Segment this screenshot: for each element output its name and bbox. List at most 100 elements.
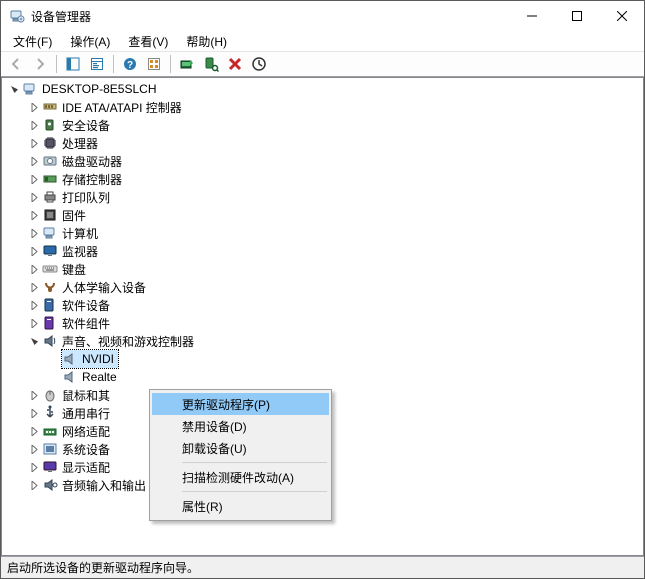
scan-button[interactable] [200,53,222,75]
ide-icon [42,99,58,115]
twisty-collapsed[interactable] [26,224,42,242]
system-icon [42,441,58,457]
window-controls [509,1,644,31]
security-icon [42,117,58,133]
tree-row[interactable]: 打印队列 [2,188,643,206]
toolbar: ? [1,51,644,77]
twisty-expanded[interactable] [6,80,22,98]
twisty-expanded[interactable] [26,332,42,350]
twisty-collapsed[interactable] [26,404,42,422]
display-icon [42,459,58,475]
back-button[interactable] [5,53,27,75]
tree-row[interactable]: 软件组件 [2,314,643,332]
twisty-collapsed[interactable] [26,116,42,134]
twisty-collapsed[interactable] [26,386,42,404]
context-menu: 更新驱动程序(P)禁用设备(D)卸载设备(U) 扫描检测硬件改动(A) 属性(R) [149,389,332,521]
tree-row[interactable]: DESKTOP-8E5SLCH [2,80,643,98]
twisty-collapsed[interactable] [26,458,42,476]
tree-row-label: 处理器 [62,135,98,152]
speaker-icon [62,351,78,367]
tree-row[interactable]: 安全设备 [2,116,643,134]
minimize-button[interactable] [509,1,554,30]
view-button[interactable] [143,53,165,75]
twisty-collapsed[interactable] [26,260,42,278]
context-menu-separator [182,462,327,463]
context-menu-item[interactable]: 更新驱动程序(P) [152,393,329,415]
statusbar: 启动所选设备的更新驱动程序向导。 [1,556,644,578]
disable-button[interactable] [248,53,270,75]
tree-row[interactable]: 存储控制器 [2,170,643,188]
svg-text:?: ? [127,60,133,71]
twisty-collapsed[interactable] [26,98,42,116]
context-menu-item[interactable]: 禁用设备(D) [152,415,329,437]
twisty-collapsed[interactable] [26,296,42,314]
tree-row[interactable]: 软件设备 [2,296,643,314]
computer-icon [22,81,38,97]
tree-row-label: IDE ATA/ATAPI 控制器 [62,99,182,116]
tree-row[interactable]: IDE ATA/ATAPI 控制器 [2,98,643,116]
keyboard-icon [42,261,58,277]
uninstall-button[interactable] [224,53,246,75]
tree-row[interactable]: 键盘 [2,260,643,278]
twisty-collapsed[interactable] [26,440,42,458]
show-hide-tree-button[interactable] [62,53,84,75]
toolbar-separator [56,55,57,73]
tree-row-label: 固件 [62,207,86,224]
maximize-button[interactable] [554,1,599,30]
app-icon [9,8,25,24]
tree-row-label: 存储控制器 [62,171,122,188]
firmware-icon [42,207,58,223]
context-menu-item[interactable]: 卸载设备(U) [152,437,329,459]
menu-view[interactable]: 查看(V) [120,32,176,51]
tree-row[interactable]: 人体学输入设备 [2,278,643,296]
twisty-collapsed[interactable] [26,188,42,206]
tree-row[interactable]: 监视器 [2,242,643,260]
toolbar-separator [170,55,171,73]
tree-row-label: 人体学输入设备 [62,279,146,296]
tree-row[interactable]: Realte [2,368,643,386]
update-driver-button[interactable] [176,53,198,75]
menu-file[interactable]: 文件(F) [5,32,60,51]
twisty-none [46,350,62,368]
tree-row-label: 安全设备 [62,117,110,134]
twisty-collapsed[interactable] [26,422,42,440]
menu-action[interactable]: 操作(A) [62,32,118,51]
twisty-collapsed[interactable] [26,170,42,188]
storage-icon [42,171,58,187]
speaker-icon [62,369,78,385]
component-icon [42,315,58,331]
computer-icon [42,225,58,241]
help-button[interactable]: ? [119,53,141,75]
tree-row[interactable]: 计算机 [2,224,643,242]
sound-icon [42,333,58,349]
twisty-collapsed[interactable] [26,242,42,260]
twisty-collapsed[interactable] [26,314,42,332]
tree-row[interactable]: 处理器 [2,134,643,152]
tree-row-label: 通用串行 [62,405,110,422]
close-button[interactable] [599,1,644,30]
tree-row-label: 磁盘驱动器 [62,153,122,170]
menubar: 文件(F) 操作(A) 查看(V) 帮助(H) [1,31,644,51]
tree-row[interactable]: 磁盘驱动器 [2,152,643,170]
usb-icon [42,405,58,421]
tree-row[interactable]: 声音、视频和游戏控制器 [2,332,643,350]
forward-button[interactable] [29,53,51,75]
twisty-collapsed[interactable] [26,476,42,494]
tree-row[interactable]: 固件 [2,206,643,224]
context-menu-item[interactable]: 属性(R) [152,495,329,517]
context-menu-item[interactable]: 扫描检测硬件改动(A) [152,466,329,488]
twisty-collapsed[interactable] [26,152,42,170]
device-manager-window: 设备管理器 文件(F) 操作(A) 查看(V) 帮助(H) [0,0,645,579]
cpu-icon [42,135,58,151]
disk-icon [42,153,58,169]
tree-row-label: 音频输入和输出 [62,477,146,494]
twisty-collapsed[interactable] [26,278,42,296]
tree-row-label: NVIDI [82,352,114,366]
tree-row-label: 系统设备 [62,441,110,458]
properties-button[interactable] [86,53,108,75]
menu-help[interactable]: 帮助(H) [178,32,235,51]
tree-row[interactable]: NVIDI [2,350,643,368]
twisty-collapsed[interactable] [26,206,42,224]
audio-icon [42,477,58,493]
twisty-collapsed[interactable] [26,134,42,152]
